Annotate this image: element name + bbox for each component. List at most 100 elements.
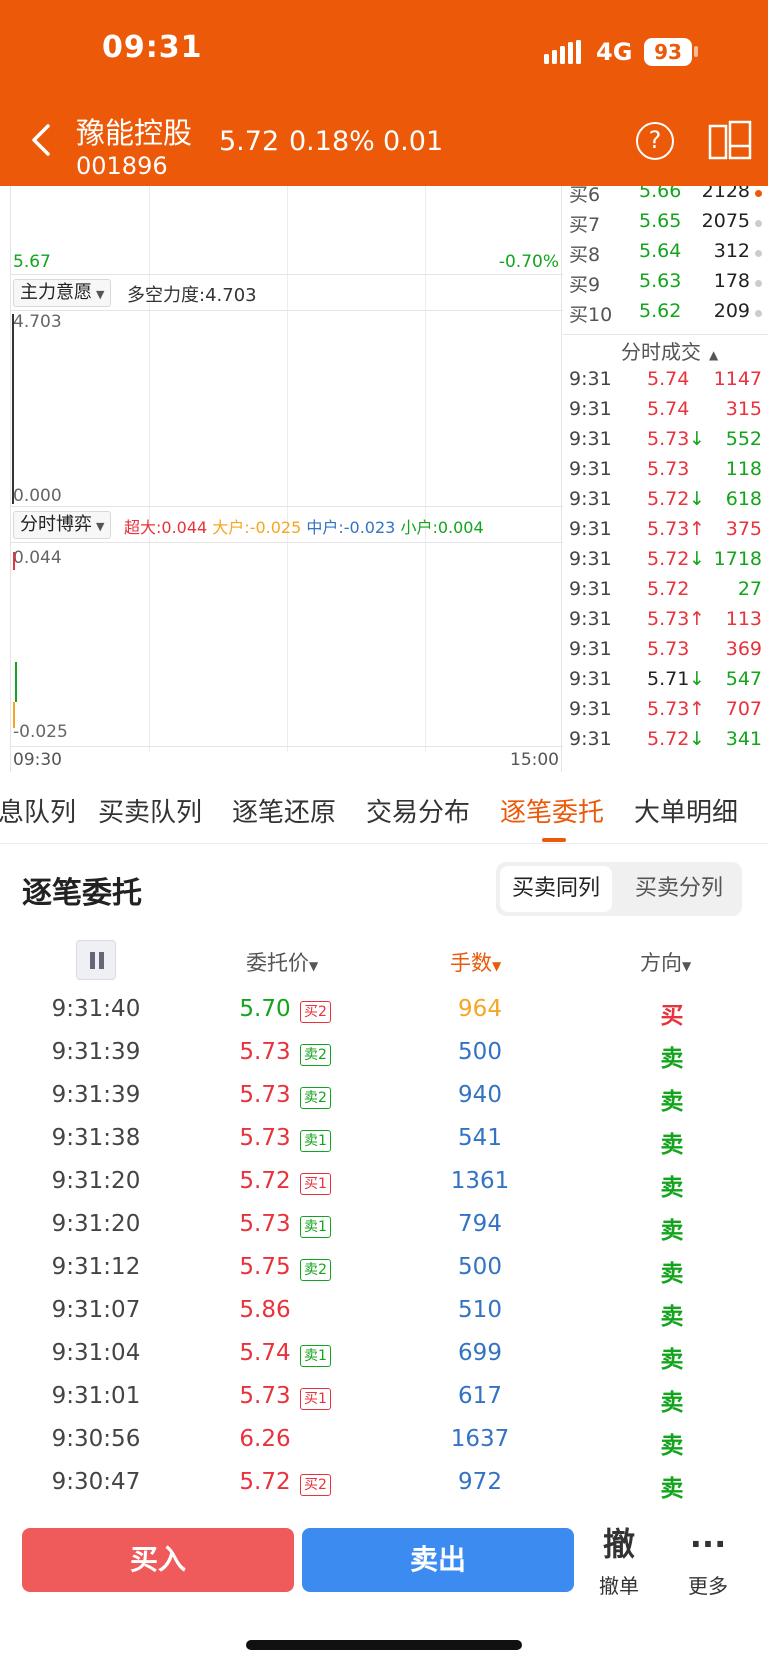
tab-trade-distribution[interactable]: 交易分布 bbox=[366, 792, 470, 829]
chart-price-low: 5.67 bbox=[13, 252, 51, 272]
order-entry-row[interactable]: 9:31:20 5.73 卖1 794 卖 bbox=[0, 1211, 768, 1254]
home-indicator bbox=[246, 1640, 522, 1650]
entry-time: 9:31:39 bbox=[51, 1039, 141, 1065]
order-entry-row[interactable]: 9:31:04 5.74 卖1 699 卖 bbox=[0, 1340, 768, 1383]
tab-info-queue[interactable]: 息队列 bbox=[0, 792, 76, 829]
back-arrow-icon[interactable] bbox=[26, 122, 56, 158]
order-book-row[interactable]: 买10 5.62 209 bbox=[563, 300, 768, 330]
panel-divider bbox=[563, 334, 768, 335]
seg-split-column[interactable]: 买卖分列 bbox=[620, 866, 738, 912]
entry-volume: 1637 bbox=[450, 1426, 510, 1452]
order-dot-icon bbox=[755, 250, 762, 257]
order-entry-row[interactable]: 9:30:56 6.26 1637 卖 bbox=[0, 1426, 768, 1469]
order-entry-row[interactable]: 9:31:39 5.73 卖2 940 卖 bbox=[0, 1082, 768, 1125]
dropdown-caret-icon: ▼ bbox=[96, 520, 105, 533]
order-book-volume: 312 bbox=[713, 240, 750, 262]
app-header: 09:31 4G 93 豫能控股 001896 5.72 0.18% 0.01 … bbox=[0, 0, 768, 186]
order-entry-row[interactable]: 9:30:47 5.72 买2 972 卖 bbox=[0, 1469, 768, 1512]
intraday-chart[interactable]: 5.67 -0.70% 主力意愿 ▼ 多空力度:4.703 4.703 0.000… bbox=[10, 186, 563, 772]
trade-time: 9:31 bbox=[569, 668, 612, 690]
trade-arrow-icon: ↓ bbox=[689, 488, 705, 510]
entry-volume: 964 bbox=[458, 996, 502, 1022]
entry-volume: 972 bbox=[458, 1469, 502, 1495]
trade-time: 9:31 bbox=[569, 608, 612, 630]
trade-row: 9:31 5.72 27 bbox=[563, 578, 768, 610]
order-entry-row[interactable]: 9:31:20 5.72 买1 1361 卖 bbox=[0, 1168, 768, 1211]
indicator-selector-label: 主力意愿 bbox=[20, 282, 92, 303]
super-line bbox=[13, 552, 15, 570]
order-book-row[interactable]: 买9 5.63 178 bbox=[563, 270, 768, 300]
trade-price: 5.73 bbox=[647, 458, 690, 480]
order-book-row[interactable]: 买7 5.65 2075 bbox=[563, 210, 768, 240]
chart-divider bbox=[11, 506, 563, 507]
buy-button[interactable]: 买入 bbox=[22, 1528, 294, 1592]
entry-price: 5.73 bbox=[239, 1383, 291, 1409]
help-icon[interactable]: ? bbox=[636, 122, 674, 160]
panel2-min: 0.000 bbox=[13, 486, 62, 506]
chart-divider bbox=[11, 310, 563, 311]
trade-price: 5.74 bbox=[647, 368, 690, 390]
network-type: 4G bbox=[596, 38, 633, 66]
col-volume-header[interactable]: 手数▼ bbox=[450, 947, 501, 977]
landscape-switch-icon[interactable] bbox=[708, 120, 752, 162]
entry-level-badge: 买1 bbox=[300, 1173, 331, 1195]
entry-volume: 1361 bbox=[450, 1168, 510, 1194]
indicator-selector-main-will[interactable]: 主力意愿 ▼ bbox=[13, 279, 112, 307]
trade-volume: 1718 bbox=[713, 548, 762, 570]
order-book-label: 买8 bbox=[569, 244, 601, 266]
col-direction-header[interactable]: 方向▼ bbox=[640, 947, 691, 977]
order-entry-row[interactable]: 9:31:40 5.70 买2 964 买 bbox=[0, 996, 768, 1039]
entry-price: 6.26 bbox=[239, 1426, 291, 1452]
time-end: 15:00 bbox=[510, 750, 559, 770]
cancel-label: 撤单 bbox=[599, 1574, 639, 1598]
tab-large-orders[interactable]: 大单明细 bbox=[634, 792, 738, 829]
order-entry-row[interactable]: 9:31:39 5.73 卖2 500 卖 bbox=[0, 1039, 768, 1082]
entry-direction: 卖 bbox=[660, 1046, 684, 1072]
tab-order-detail[interactable]: 逐笔委托 bbox=[500, 792, 604, 829]
order-entry-row[interactable]: 9:31:38 5.73 卖1 541 卖 bbox=[0, 1125, 768, 1168]
chart-gridline bbox=[287, 186, 288, 752]
entry-price: 5.73 bbox=[239, 1039, 291, 1065]
long-short-strength: 多空力度:4.703 bbox=[127, 285, 257, 306]
trade-price: 5.72 bbox=[647, 488, 690, 510]
trade-volume: 552 bbox=[725, 428, 762, 450]
col-price-header[interactable]: 委托价▼ bbox=[246, 947, 318, 977]
indicator-selector-game[interactable]: 分时博弈 ▼ bbox=[13, 511, 112, 539]
order-book-row[interactable]: 买8 5.64 312 bbox=[563, 240, 768, 270]
cancel-order-action[interactable]: 撤 撤单 bbox=[584, 1524, 654, 1599]
order-entry-row[interactable]: 9:31:07 5.86 510 卖 bbox=[0, 1297, 768, 1340]
entry-level-badge: 卖2 bbox=[300, 1259, 331, 1281]
trade-time: 9:31 bbox=[569, 368, 612, 390]
more-action[interactable]: ··· 更多 bbox=[673, 1524, 743, 1599]
trade-price: 5.72 bbox=[647, 548, 690, 570]
tab-buy-sell-queue[interactable]: 买卖队列 bbox=[98, 792, 202, 829]
trade-price: 5.73 bbox=[647, 518, 690, 540]
entry-level-badge: 卖2 bbox=[300, 1087, 331, 1109]
trade-row: 9:31 5.72 ↓ 618 bbox=[563, 488, 768, 520]
entry-level-badge: 买1 bbox=[300, 1388, 331, 1410]
entry-time: 9:31:01 bbox=[51, 1383, 141, 1409]
pause-button[interactable] bbox=[76, 940, 116, 980]
order-entry-row[interactable]: 9:31:01 5.73 买1 617 卖 bbox=[0, 1383, 768, 1426]
entry-volume: 794 bbox=[458, 1211, 502, 1237]
entry-level-badge: 卖1 bbox=[300, 1130, 331, 1152]
entry-level-badge: 卖2 bbox=[300, 1044, 331, 1066]
sell-button[interactable]: 卖出 bbox=[302, 1528, 574, 1592]
seg-same-column[interactable]: 买卖同列 bbox=[500, 866, 612, 912]
entry-level-badge: 卖1 bbox=[300, 1345, 331, 1367]
trades-header[interactable]: 分时成交 ▲ bbox=[621, 336, 718, 365]
panel2-max: 4.703 bbox=[13, 312, 62, 332]
entry-volume: 940 bbox=[458, 1082, 502, 1108]
entry-time: 9:30:56 bbox=[51, 1426, 141, 1452]
order-book-row[interactable]: 买6 5.66 2128 bbox=[563, 186, 768, 210]
trade-volume: 341 bbox=[725, 728, 762, 750]
stock-change: 0.01 bbox=[383, 126, 444, 157]
entry-price: 5.70 bbox=[239, 996, 291, 1022]
order-book-price: 5.62 bbox=[639, 300, 682, 322]
tab-trade-restore[interactable]: 逐笔还原 bbox=[232, 792, 336, 829]
trade-price: 5.72 bbox=[647, 578, 690, 600]
sort-caret-icon: ▼ bbox=[309, 959, 319, 973]
order-entry-row[interactable]: 9:31:12 5.75 卖2 500 卖 bbox=[0, 1254, 768, 1297]
legend-small: 小户:0.004 bbox=[400, 518, 484, 537]
trade-volume: 113 bbox=[725, 608, 762, 630]
